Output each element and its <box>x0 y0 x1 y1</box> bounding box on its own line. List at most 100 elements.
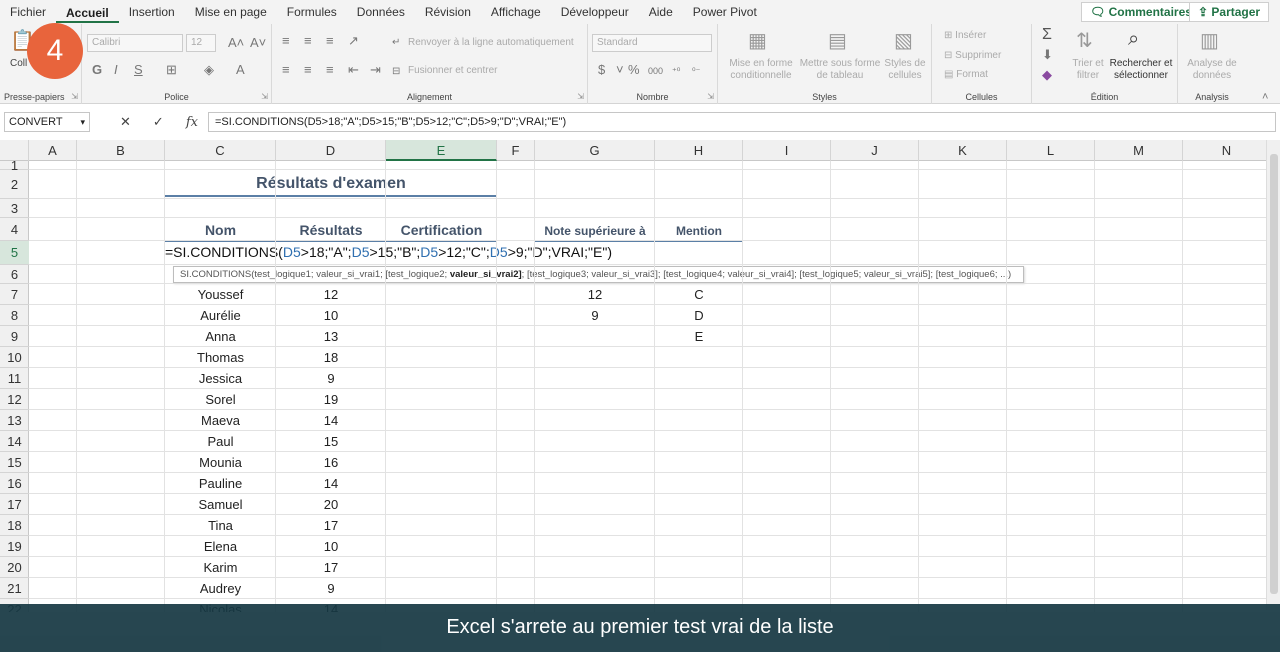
decrease-indent-icon[interactable]: ⇤ <box>348 63 359 77</box>
student-score[interactable]: 20 <box>276 497 386 512</box>
menu-tab-0[interactable]: Fichier <box>0 0 56 24</box>
row-header-19[interactable]: 19 <box>0 536 29 557</box>
student-name[interactable]: Mounia <box>165 455 276 470</box>
fill-icon[interactable]: ⬇ <box>1042 48 1053 62</box>
student-name[interactable]: Audrey <box>165 581 276 596</box>
menu-tab-6[interactable]: Révision <box>415 0 481 24</box>
chevron-down-icon[interactable]: ▾ <box>80 113 85 131</box>
formula-input[interactable]: =SI.CONDITIONS(D5>18;"A";D5>15;"B";D5>12… <box>208 112 1276 132</box>
analyze-data-button[interactable]: Analyse de données <box>1180 58 1244 82</box>
column-header-i[interactable]: I <box>743 140 831 161</box>
increase-indent-icon[interactable]: ⇥ <box>370 63 381 77</box>
student-score[interactable]: 14 <box>276 413 386 428</box>
sort-filter-button[interactable]: Trier et filtrer <box>1068 58 1108 82</box>
student-score[interactable]: 9 <box>276 371 386 386</box>
row-header-12[interactable]: 12 <box>0 389 29 410</box>
student-score[interactable]: 16 <box>276 455 386 470</box>
column-header-d[interactable]: D <box>276 140 386 161</box>
column-header-g[interactable]: G <box>535 140 655 161</box>
row-header-11[interactable]: 11 <box>0 368 29 389</box>
row-header-7[interactable]: 7 <box>0 284 29 305</box>
student-name[interactable]: Sorel <box>165 392 276 407</box>
currency-icon[interactable]: $ <box>598 63 605 77</box>
student-name[interactable]: Youssef <box>165 287 276 302</box>
delete-button[interactable]: ⊟ Supprimer <box>944 50 1001 61</box>
font-name-select[interactable]: Calibri <box>87 34 183 52</box>
autosum-icon[interactable]: Σ <box>1042 27 1052 43</box>
student-score[interactable]: 17 <box>276 518 386 533</box>
orientation-icon[interactable]: ↗ <box>348 34 359 48</box>
menu-tab-2[interactable]: Insertion <box>119 0 185 24</box>
sort-filter-icon[interactable]: ⇅ <box>1076 30 1093 52</box>
clipboard-launcher-icon[interactable]: ⇲ <box>71 92 78 101</box>
row-header-2[interactable]: 2 <box>0 170 29 199</box>
align-bottom-icon[interactable]: ≡ <box>326 34 334 48</box>
menu-tab-5[interactable]: Données <box>347 0 415 24</box>
column-header-n[interactable]: N <box>1183 140 1271 161</box>
menu-tab-8[interactable]: Développeur <box>551 0 639 24</box>
student-name[interactable]: Tina <box>165 518 276 533</box>
student-name[interactable]: Anna <box>165 329 276 344</box>
borders-icon[interactable]: ⊞ <box>166 63 177 77</box>
analyze-data-icon[interactable]: ▥ <box>1200 30 1219 52</box>
column-header-k[interactable]: K <box>919 140 1007 161</box>
align-center-icon[interactable]: ≡ <box>304 63 312 77</box>
merge-center-button[interactable]: Fusionner et centrer <box>408 65 498 76</box>
cell-styles-button[interactable]: Styles de cellules <box>882 58 928 82</box>
search-icon[interactable]: ⌕ <box>1128 28 1139 50</box>
font-size-select[interactable]: 12 <box>186 34 216 52</box>
underline-button[interactable]: S <box>134 63 143 77</box>
mention-grade[interactable]: E <box>655 329 743 344</box>
mention-grade[interactable]: C <box>655 287 743 302</box>
dropdown-icon[interactable]: ˅ <box>616 63 624 77</box>
scroll-thumb[interactable] <box>1270 154 1278 594</box>
table-format-button[interactable]: Mettre sous forme de tableau <box>798 58 882 82</box>
conditional-format-button[interactable]: Mise en forme conditionnelle <box>726 58 796 82</box>
row-header-8[interactable]: 8 <box>0 305 29 326</box>
row-header-3[interactable]: 3 <box>0 199 29 218</box>
student-name[interactable]: Paul <box>165 434 276 449</box>
alignment-launcher-icon[interactable]: ⇲ <box>577 92 584 101</box>
row-header-15[interactable]: 15 <box>0 452 29 473</box>
wrap-text-icon[interactable]: ↵ <box>392 36 400 50</box>
align-middle-icon[interactable]: ≡ <box>304 34 312 48</box>
student-name[interactable]: Samuel <box>165 497 276 512</box>
increase-decimal-icon[interactable]: ⁺⁰ <box>672 64 680 78</box>
row-header-14[interactable]: 14 <box>0 431 29 452</box>
menu-tab-7[interactable]: Affichage <box>481 0 551 24</box>
row-header-18[interactable]: 18 <box>0 515 29 536</box>
menu-tab-1[interactable]: Accueil <box>56 1 119 23</box>
align-top-icon[interactable]: ≡ <box>282 34 290 48</box>
number-launcher-icon[interactable]: ⇲ <box>707 92 714 101</box>
cancel-icon[interactable]: ✕ <box>120 114 131 130</box>
italic-button[interactable]: I <box>114 63 118 77</box>
cell-grid[interactable]: Résultats d'examen Nom Résultats Certifi… <box>29 161 1266 621</box>
insert-button[interactable]: ⊞ Insérer <box>944 30 986 41</box>
grow-font-icon[interactable]: A˄ <box>228 36 244 50</box>
row-header-20[interactable]: 20 <box>0 557 29 578</box>
row-header-13[interactable]: 13 <box>0 410 29 431</box>
clear-icon[interactable]: ◆ <box>1042 68 1052 82</box>
font-launcher-icon[interactable]: ⇲ <box>261 92 268 101</box>
confirm-icon[interactable]: ✓ <box>153 114 164 130</box>
row-header-5[interactable]: 5 <box>0 241 29 265</box>
merge-center-icon[interactable]: ⊟ <box>392 65 400 79</box>
row-header-9[interactable]: 9 <box>0 326 29 347</box>
align-left-icon[interactable]: ≡ <box>282 63 290 77</box>
menu-tab-3[interactable]: Mise en page <box>185 0 277 24</box>
column-header-e[interactable]: E <box>386 140 497 161</box>
student-name[interactable]: Maeva <box>165 413 276 428</box>
menu-tab-10[interactable]: Power Pivot <box>683 0 767 24</box>
mention-grade[interactable]: D <box>655 308 743 323</box>
column-header-a[interactable]: A <box>29 140 77 161</box>
vertical-scrollbar[interactable] <box>1266 140 1280 610</box>
menu-tab-4[interactable]: Formules <box>277 0 347 24</box>
shrink-font-icon[interactable]: A˅ <box>250 36 266 50</box>
number-format-select[interactable]: Standard <box>592 34 712 52</box>
student-score[interactable]: 18 <box>276 350 386 365</box>
student-score[interactable]: 12 <box>276 287 386 302</box>
student-name[interactable]: Pauline <box>165 476 276 491</box>
wrap-text-button[interactable]: Renvoyer à la ligne automatiquement <box>408 37 574 48</box>
row-header-16[interactable]: 16 <box>0 473 29 494</box>
find-select-button[interactable]: Rechercher et sélectionner <box>1108 58 1174 82</box>
